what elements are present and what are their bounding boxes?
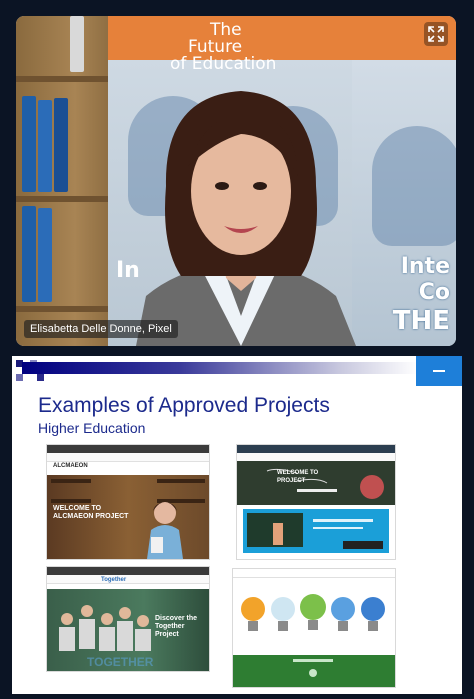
minimize-icon [433, 370, 445, 372]
project-thumbnail-together: Together Discover the Together Project T… [46, 566, 210, 672]
project-thumbnail-4 [232, 568, 396, 688]
minimize-slide-button[interactable] [416, 356, 462, 386]
thumbnail-hero-text: Discover the Together Project [155, 615, 198, 638]
expand-video-button[interactable] [424, 22, 448, 46]
thumbnail-hero-text: WELCOME TO PROJECT [277, 470, 319, 484]
slide-subtitle: Higher Education [38, 420, 146, 436]
thumbnail-logo: ALCMAEON [53, 463, 88, 469]
thumbnail-footer-text: TOGETHER [87, 655, 154, 669]
thumbnail-image [233, 594, 395, 687]
participant-person [136, 91, 356, 346]
thumbnail-hero-text: WELCOME TO ALCMAEON PROJECT [53, 505, 129, 520]
slide-title: Examples of Approved Projects [38, 394, 330, 417]
expand-icon [428, 26, 444, 42]
thumbnail-logo: Together [101, 577, 127, 583]
participant-video[interactable]: The Future of Education In Inte Co THE E… [16, 16, 456, 346]
thumbnail-section-image [247, 513, 383, 549]
slide-header-bar [22, 362, 418, 374]
project-thumbnail-2: WELCOME TO PROJECT [236, 444, 396, 560]
participant-name-label: Elisabetta Delle Donne, Pixel [24, 320, 178, 338]
project-thumbnail-alcmaeon: ALCMAEON WELCOME TO ALCMAEON PROJECT [46, 444, 210, 560]
shared-slide: Examples of Approved Projects Higher Edu… [12, 356, 462, 694]
